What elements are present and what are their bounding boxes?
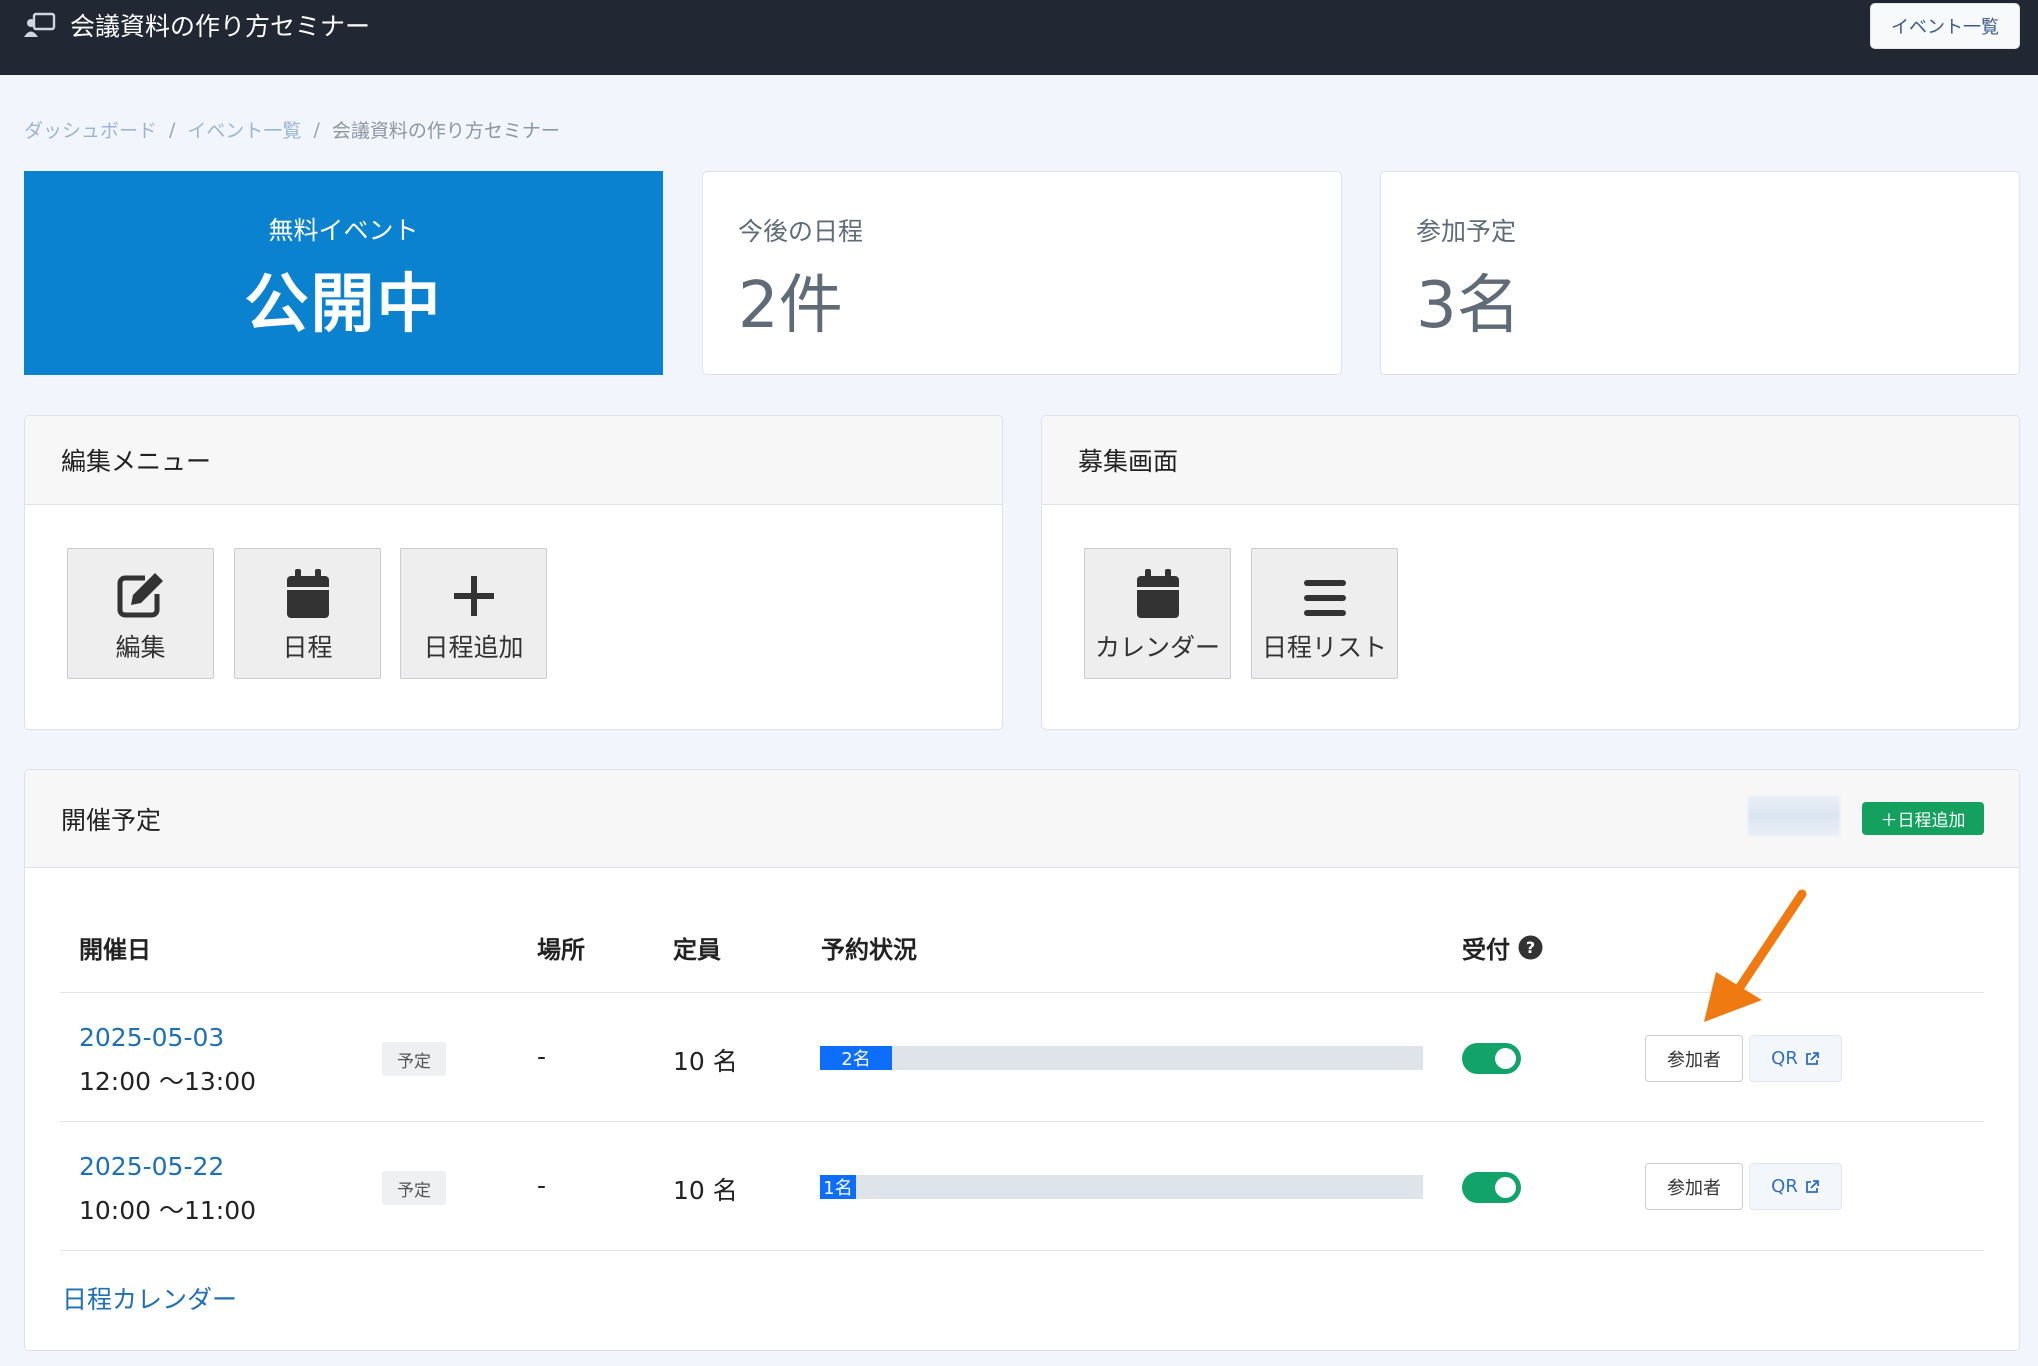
edit-menu-title: 編集メニュー bbox=[25, 416, 1002, 505]
recruit-title: 募集画面 bbox=[1042, 416, 2019, 505]
schedule-list-button[interactable]: 日程リスト bbox=[1251, 548, 1398, 679]
schedule-list-label: 日程リスト bbox=[1261, 633, 1387, 662]
presentation-icon bbox=[24, 12, 56, 37]
participants-button[interactable]: 参加者 bbox=[1645, 1035, 1743, 1082]
upcoming-schedule-card: 今後の日程 2件 bbox=[702, 171, 1342, 375]
event-type-label: 無料イベント bbox=[268, 216, 419, 245]
date-link[interactable]: 2025-05-03 bbox=[79, 1023, 224, 1052]
external-link-icon bbox=[1805, 1179, 1819, 1193]
booking-progress-bar: 2名 bbox=[820, 1046, 1423, 1070]
participants-label: 参加予定 bbox=[1416, 217, 1517, 246]
participants-value: 3名 bbox=[1416, 269, 1521, 343]
calendar-icon bbox=[286, 569, 329, 618]
participants-card: 参加予定 3名 bbox=[1380, 171, 2020, 375]
column-date: 開催日 bbox=[79, 936, 151, 964]
blurred-control bbox=[1748, 796, 1840, 836]
booking-progress-fill: 2名 bbox=[820, 1046, 892, 1070]
participants-button[interactable]: 参加者 bbox=[1645, 1163, 1743, 1210]
svg-text:?: ? bbox=[1526, 938, 1535, 957]
table-divider bbox=[60, 1250, 1984, 1251]
breadcrumb: ダッシュボード / イベント一覧 / 会議資料の作り方セミナー bbox=[24, 116, 560, 143]
event-status-card: 無料イベント 公開中 bbox=[24, 171, 663, 375]
top-navbar: 会議資料の作り方セミナー イベント一覧 bbox=[0, 0, 2038, 75]
breadcrumb-current: 会議資料の作り方セミナー bbox=[331, 120, 560, 142]
list-icon bbox=[1303, 580, 1346, 616]
recruit-page-panel: 募集画面 カレンダー 日程リスト bbox=[1041, 415, 2020, 730]
toggle-knob bbox=[1495, 1177, 1516, 1198]
qr-button[interactable]: QR bbox=[1749, 1035, 1842, 1082]
page-title: 会議資料の作り方セミナー bbox=[70, 12, 371, 41]
time-range: 12:00 〜13:00 bbox=[79, 1067, 257, 1096]
breadcrumb-separator: / bbox=[169, 118, 176, 141]
upcoming-value: 2件 bbox=[738, 269, 843, 343]
help-icon[interactable]: ? bbox=[1518, 935, 1543, 960]
table-divider bbox=[60, 1121, 1984, 1122]
plus-icon bbox=[453, 576, 494, 616]
place-cell: - bbox=[537, 1042, 547, 1071]
column-capacity: 定員 bbox=[673, 936, 721, 964]
external-link-icon bbox=[1805, 1051, 1819, 1065]
event-list-button[interactable]: イベント一覧 bbox=[1870, 3, 2020, 49]
annotation-arrow-icon bbox=[1704, 889, 1807, 1022]
capacity-cell: 10 名 bbox=[673, 1176, 738, 1205]
edit-menu-panel: 編集メニュー 編集 日程 日程追加 bbox=[24, 415, 1003, 730]
qr-button[interactable]: QR bbox=[1749, 1163, 1842, 1210]
schedule-calendar-link[interactable]: 日程カレンダー bbox=[62, 1280, 237, 1316]
time-range: 10:00 〜11:00 bbox=[79, 1196, 257, 1225]
edit-icon bbox=[117, 573, 163, 618]
upcoming-label: 今後の日程 bbox=[738, 217, 864, 246]
breadcrumb-separator: / bbox=[313, 118, 320, 141]
calendar-view-label: カレンダー bbox=[1094, 633, 1220, 662]
breadcrumb-dashboard[interactable]: ダッシュボード bbox=[24, 116, 157, 143]
calendar-view-button[interactable]: カレンダー bbox=[1084, 548, 1231, 679]
capacity-cell: 10 名 bbox=[673, 1047, 738, 1076]
app-brand[interactable]: 会議資料の作り方セミナー bbox=[24, 8, 370, 42]
status-badge: 予定 bbox=[382, 1042, 446, 1076]
reception-toggle[interactable] bbox=[1462, 1172, 1521, 1203]
event-status-value: 公開中 bbox=[244, 268, 443, 342]
upcoming-events-title: 開催予定 bbox=[25, 770, 2019, 868]
qr-label: QR bbox=[1771, 1048, 1798, 1069]
calendar-icon bbox=[1136, 569, 1179, 618]
edit-button[interactable]: 編集 bbox=[67, 548, 214, 679]
add-schedule-button[interactable]: 日程追加 bbox=[400, 548, 547, 679]
reception-toggle[interactable] bbox=[1462, 1043, 1521, 1074]
column-booking-status: 予約状況 bbox=[821, 936, 917, 964]
toggle-knob bbox=[1495, 1048, 1516, 1069]
reception-label: 受付 bbox=[1462, 936, 1510, 964]
booking-progress-bar: 1名 bbox=[820, 1175, 1423, 1199]
schedule-label: 日程 bbox=[282, 633, 333, 662]
schedule-button[interactable]: 日程 bbox=[234, 548, 381, 679]
column-place: 場所 bbox=[537, 936, 585, 964]
column-reception: 受付 ? bbox=[1462, 930, 1543, 965]
add-schedule-label: 日程追加 bbox=[423, 633, 524, 662]
status-badge: 予定 bbox=[382, 1171, 446, 1205]
place-cell: - bbox=[537, 1171, 547, 1200]
qr-label: QR bbox=[1771, 1176, 1798, 1197]
booking-progress-fill: 1名 bbox=[820, 1175, 856, 1199]
edit-label: 編集 bbox=[115, 633, 166, 662]
date-link[interactable]: 2025-05-22 bbox=[79, 1152, 224, 1181]
add-schedule-small-button[interactable]: ＋日程追加 bbox=[1862, 802, 1984, 835]
breadcrumb-event-list[interactable]: イベント一覧 bbox=[187, 116, 301, 143]
